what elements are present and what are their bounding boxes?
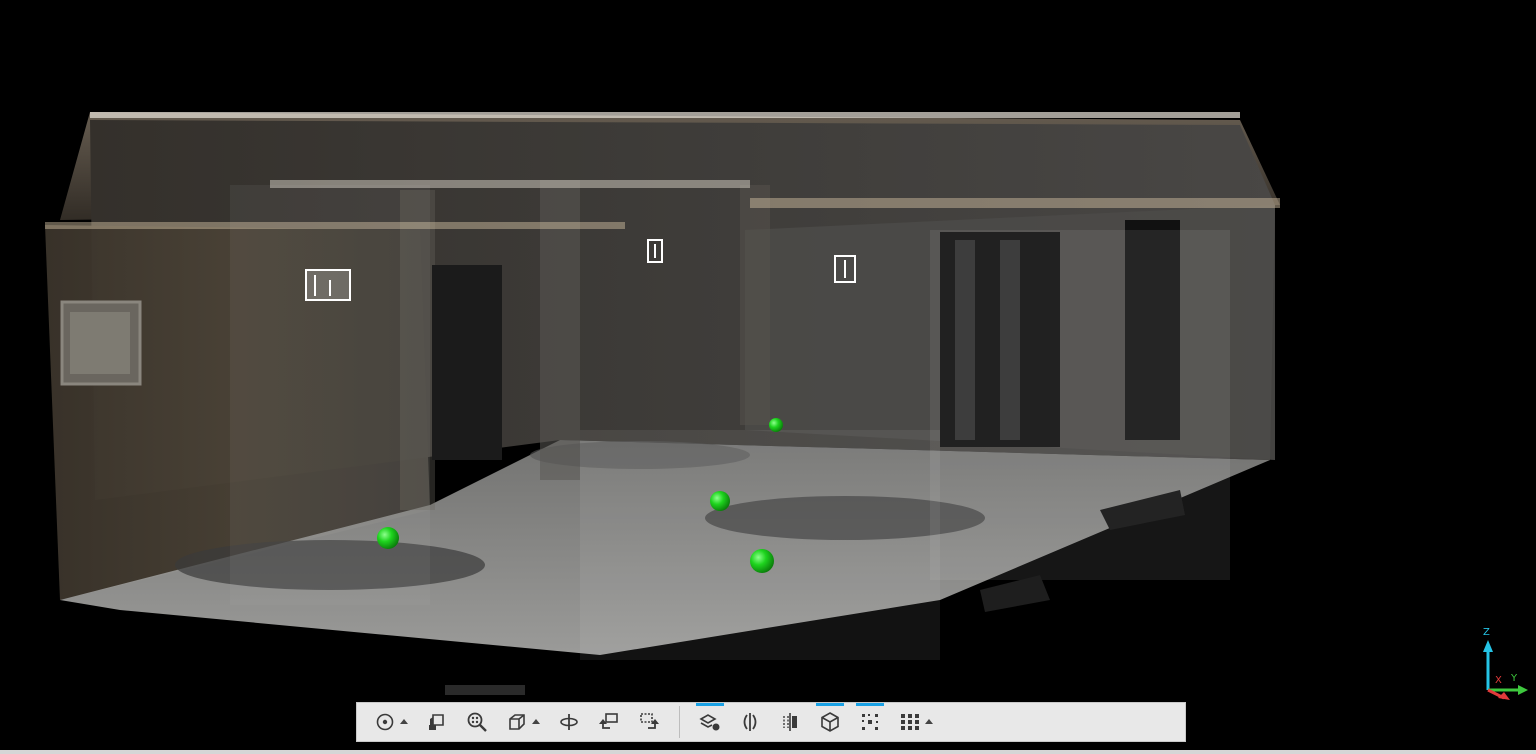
view-cube-button[interactable] <box>497 703 549 741</box>
clip-plane-button[interactable] <box>770 703 810 741</box>
axis-z-label: Z <box>1483 627 1490 638</box>
dropdown-caret-icon[interactable] <box>400 718 408 724</box>
dropdown-caret-icon[interactable] <box>925 718 933 724</box>
redo-view-button[interactable] <box>629 703 669 741</box>
pivot-rotate-icon <box>558 711 580 733</box>
point-cloud-viewport[interactable]: Z X Y <box>0 0 1536 754</box>
redo-view-icon <box>638 711 660 733</box>
display-tools-group <box>690 703 942 741</box>
orbit-target-button[interactable] <box>365 703 417 741</box>
layers-eraser-icon <box>699 711 721 733</box>
camera-view-button[interactable] <box>417 703 457 741</box>
points-density-button[interactable] <box>850 703 890 741</box>
status-bar-edge <box>0 750 1536 754</box>
points-density-icon <box>859 711 881 733</box>
grid-menu-button[interactable] <box>890 703 942 741</box>
clip-section-button[interactable] <box>730 703 770 741</box>
point-cloud-scene <box>45 112 1280 695</box>
layers-eraser-button[interactable] <box>690 703 730 741</box>
view-cube-icon <box>506 711 528 733</box>
pivot-rotate-button[interactable] <box>549 703 589 741</box>
bounding-box-icon <box>819 711 841 733</box>
zoom-fit-icon <box>466 711 488 733</box>
axis-x-label: X <box>1495 675 1502 686</box>
zoom-fit-button[interactable] <box>457 703 497 741</box>
toolbar-separator <box>679 706 680 738</box>
camera-view-icon <box>426 711 448 733</box>
scan-marker-1 <box>305 269 351 301</box>
view-toolbar <box>356 702 1186 742</box>
axis-y-label: Y <box>1511 673 1518 684</box>
clip-plane-icon <box>779 711 801 733</box>
orbit-target-icon <box>374 711 396 733</box>
clip-section-icon <box>739 711 761 733</box>
axis-gizmo: Z X Y <box>1474 624 1530 700</box>
dropdown-caret-icon[interactable] <box>532 718 540 724</box>
undo-view-icon <box>598 711 620 733</box>
bounding-box-button[interactable] <box>810 703 850 741</box>
undo-view-button[interactable] <box>589 703 629 741</box>
grid-menu-icon <box>899 711 921 733</box>
navigation-tools-group <box>365 703 669 741</box>
